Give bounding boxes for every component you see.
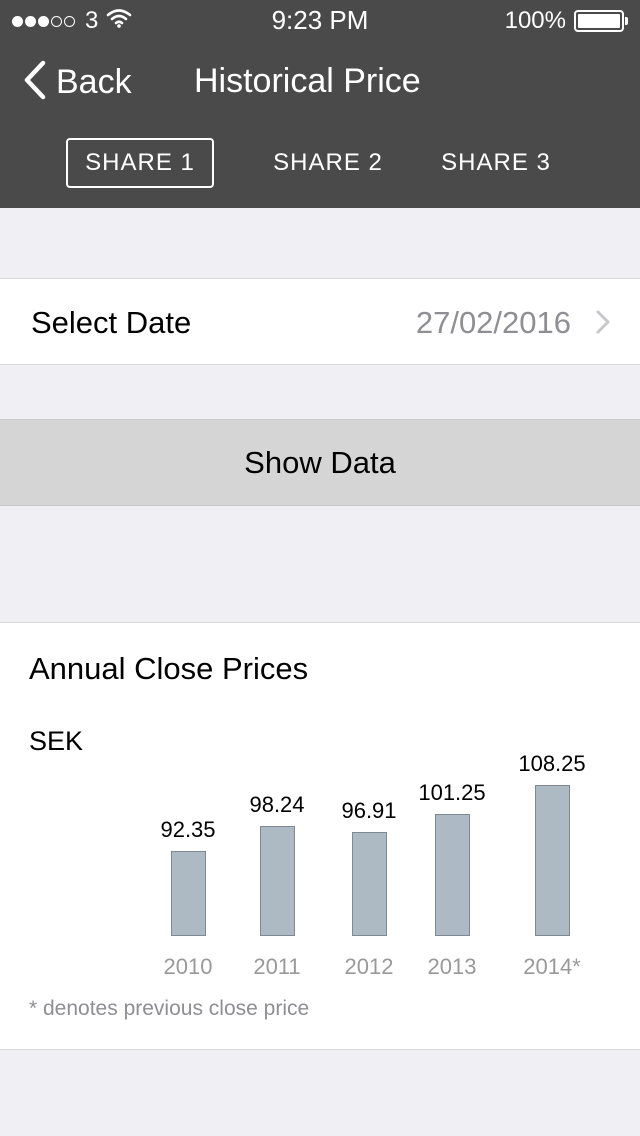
bar-category-label: 2011 bbox=[253, 954, 301, 979]
chart-bar bbox=[534, 785, 570, 936]
bar-category-label: 2014* bbox=[523, 954, 581, 979]
select-date-row[interactable]: Select Date 27/02/2016 bbox=[0, 278, 640, 365]
chart-card: Annual Close Prices SEK 92.35 2010 98.24 20… bbox=[0, 622, 640, 1050]
tab-share-3[interactable]: SHARE 3 bbox=[422, 138, 570, 188]
status-bar: 3 9:23 PM 100% bbox=[0, 0, 640, 40]
bar-value-label: 98.24 bbox=[249, 792, 305, 817]
tab-share-1[interactable]: SHARE 1 bbox=[66, 138, 214, 188]
bar-category-label: 2013 bbox=[427, 954, 477, 979]
select-date-label: Select Date bbox=[31, 305, 192, 340]
chevron-left-icon bbox=[22, 60, 46, 105]
share-tabs: SHARE 1 SHARE 2 SHARE 3 bbox=[0, 138, 640, 188]
battery-icon bbox=[574, 10, 628, 32]
selected-date-value: 27/02/2016 bbox=[415, 305, 571, 340]
app-header: 3 9:23 PM 100% Back Historical Price SHA… bbox=[0, 0, 640, 208]
chart-footnote: * denotes previous close price bbox=[29, 997, 310, 1020]
battery-area: 100% bbox=[504, 7, 628, 35]
bar-value-label: 108.25 bbox=[518, 751, 586, 776]
navigation-bar: Back Historical Price bbox=[0, 40, 640, 128]
back-button[interactable]: Back bbox=[22, 58, 132, 106]
chart-bar bbox=[434, 814, 470, 936]
back-label: Back bbox=[56, 62, 132, 101]
chart-bar bbox=[351, 832, 387, 936]
bar-value-label: 101.25 bbox=[418, 780, 486, 805]
chart-title: Annual Close Prices bbox=[29, 651, 309, 686]
bar-category-label: 2010 bbox=[163, 954, 213, 979]
chevron-right-icon bbox=[596, 310, 610, 339]
chart-bar bbox=[170, 851, 206, 936]
bar-value-label: 92.35 bbox=[160, 817, 216, 842]
page-title: Historical Price bbox=[194, 62, 421, 100]
currency-label: SEK bbox=[29, 726, 84, 756]
tab-share-2[interactable]: SHARE 2 bbox=[254, 138, 402, 188]
chart-bar bbox=[259, 826, 295, 936]
battery-percent: 100% bbox=[504, 7, 566, 34]
show-data-button[interactable]: Show Data bbox=[0, 419, 640, 506]
